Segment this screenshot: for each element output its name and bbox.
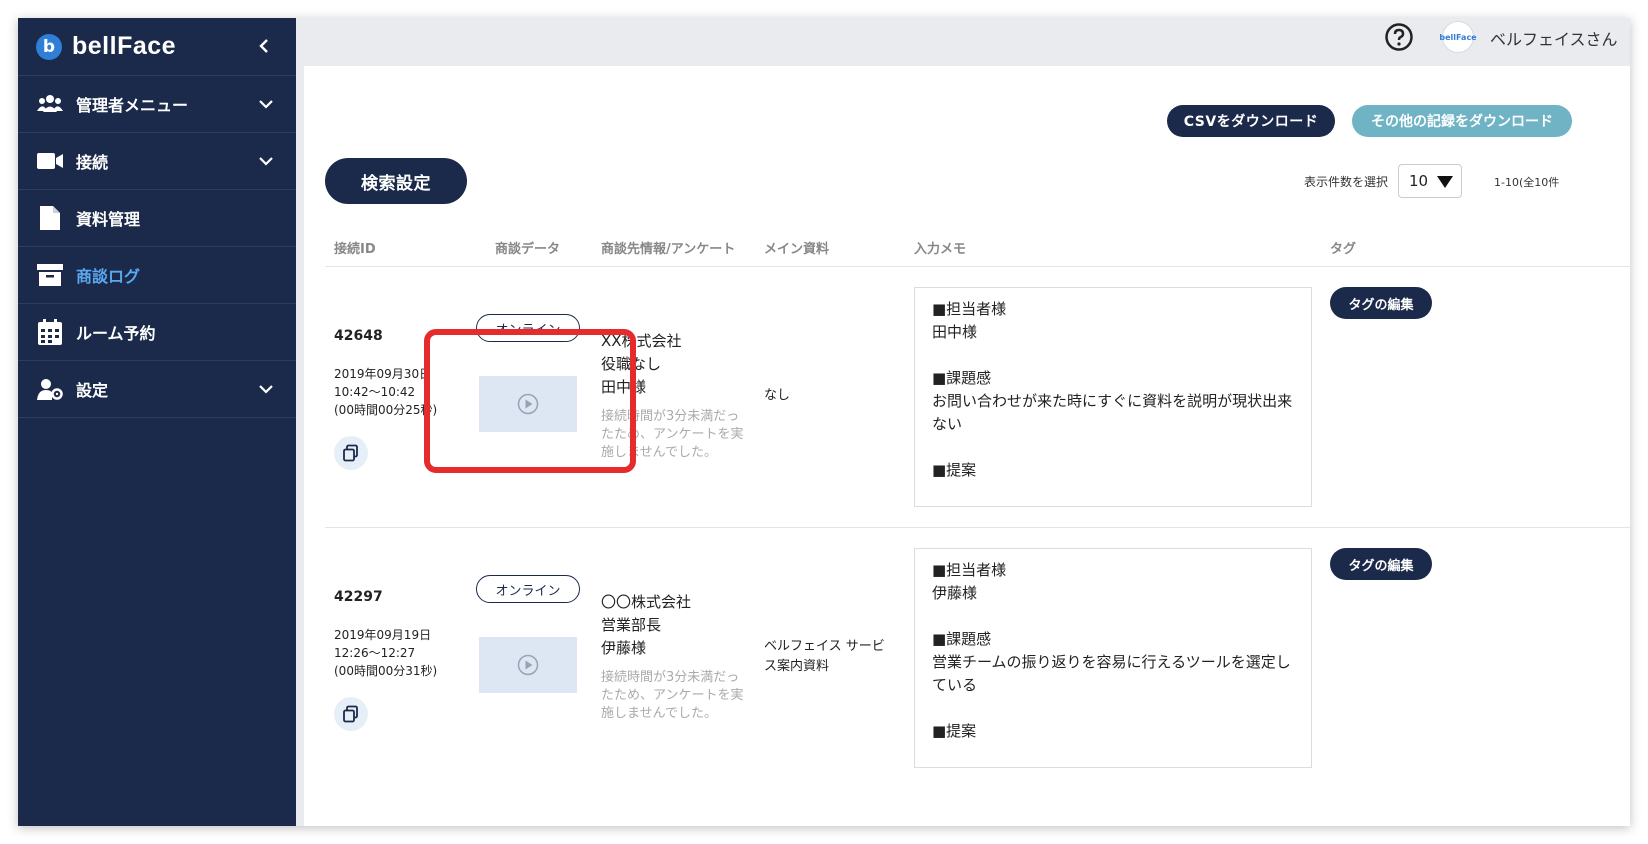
- calendar-icon: [36, 319, 64, 345]
- copy-button[interactable]: [334, 697, 368, 731]
- connection-id: 42648: [334, 328, 383, 344]
- sidebar-item-label: 接続: [76, 153, 109, 172]
- sidebar-item-meeting-log[interactable]: 商談ログ: [18, 247, 296, 304]
- users-icon: [36, 91, 64, 117]
- per-page-value: 10: [1409, 172, 1429, 190]
- column-header-meeting-data: 商談データ: [495, 242, 561, 257]
- per-page-label: 表示件数を選択: [1304, 175, 1389, 189]
- sidebar-item-label: 商談ログ: [76, 267, 141, 286]
- main-document: ベルフェイス サービス案内資料: [764, 639, 885, 674]
- sidebar: b bellFace 管理者メニュー 接続 資料管理 商談ログ ルーム予約 設定: [18, 18, 296, 826]
- client-info: 〇〇株式会社 営業部長 伊藤様: [601, 593, 692, 657]
- survey-note: 接続時間が3分未満だったため、アンケートを実施しませんでした。: [601, 670, 744, 721]
- sidebar-item-label: 資料管理: [76, 210, 141, 229]
- caret-down-icon: [1437, 176, 1453, 188]
- connection-time: 2019年09月19日 12:26〜12:27 (00時間00分31秒): [334, 628, 438, 678]
- survey-note: 接続時間が3分未満だったため、アンケートを実施しませんでした。: [601, 409, 744, 460]
- video-icon: [36, 148, 64, 174]
- sidebar-item-label: 管理者メニュー: [76, 96, 189, 115]
- column-header-client-info: 商談先情報/アンケート: [601, 242, 736, 257]
- chevron-left-icon[interactable]: [254, 35, 274, 57]
- sidebar-item-connection[interactable]: 接続: [18, 133, 296, 190]
- copy-icon: [343, 705, 358, 723]
- document-icon: [36, 205, 64, 231]
- sidebar-item-documents[interactable]: 資料管理: [18, 190, 296, 247]
- app-window: b bellFace 管理者メニュー 接続 資料管理 商談ログ ルーム予約 設定…: [18, 18, 1630, 826]
- client-info: XX株式会社 役職なし 田中様: [601, 332, 682, 396]
- logo-text: bellFace: [72, 32, 177, 60]
- online-badge: オンライン: [476, 575, 580, 603]
- connection-time: 2019年09月30日 10:42〜10:42 (00時間00分25秒): [334, 367, 438, 417]
- play-icon: [517, 654, 539, 676]
- video-thumbnail[interactable]: [479, 637, 577, 693]
- help-icon[interactable]: [1384, 22, 1414, 52]
- search-settings-button[interactable]: 検索設定: [325, 158, 467, 204]
- user-settings-icon: [36, 376, 64, 402]
- connection-id: 42297: [334, 589, 383, 605]
- archive-icon: [36, 262, 64, 288]
- sidebar-item-room-reservation[interactable]: ルーム予約: [18, 304, 296, 361]
- copy-button[interactable]: [334, 436, 368, 470]
- chevron-down-icon: [259, 100, 273, 109]
- edit-tags-button[interactable]: タグの編集: [1330, 548, 1432, 580]
- divider: [325, 266, 1630, 267]
- chevron-down-icon: [259, 385, 273, 394]
- column-header-main-document: メイン資料: [764, 242, 830, 257]
- avatar[interactable]: bellFace: [1439, 21, 1477, 53]
- column-header-tags: タグ: [1330, 242, 1357, 257]
- logo: b bellFace: [18, 18, 296, 76]
- sidebar-item-settings[interactable]: 設定: [18, 361, 296, 418]
- chevron-down-icon: [259, 157, 273, 166]
- edit-tags-button[interactable]: タグの編集: [1330, 287, 1432, 319]
- memo-box[interactable]: ■担当者様 田中様 ■課題感 お問い合わせが来た時にすぐに資料を説明が現状出来な…: [914, 287, 1312, 507]
- main-document: なし: [764, 388, 791, 403]
- sidebar-item-label: ルーム予約: [76, 324, 156, 343]
- sidebar-item-admin-menu[interactable]: 管理者メニュー: [18, 76, 296, 133]
- per-page-select[interactable]: 10: [1398, 164, 1462, 198]
- online-badge: オンライン: [476, 314, 580, 342]
- csv-download-button[interactable]: CSVをダウンロード: [1167, 105, 1335, 137]
- other-records-download-button[interactable]: その他の記録をダウンロード: [1352, 105, 1572, 137]
- play-icon: [517, 393, 539, 415]
- memo-box[interactable]: ■担当者様 伊藤様 ■課題感 営業チームの振り返りを容易に行えるツールを選定して…: [914, 548, 1312, 768]
- copy-icon: [343, 444, 358, 462]
- logo-badge: b: [36, 33, 62, 60]
- main-content: CSVをダウンロード その他の記録をダウンロード 検索設定 表示件数を選択 10…: [304, 66, 1630, 826]
- column-header-memo: 入力メモ: [914, 242, 967, 257]
- divider: [325, 527, 1630, 528]
- sidebar-item-label: 設定: [76, 381, 109, 400]
- user-name[interactable]: ベルフェイスさん: [1490, 26, 1630, 50]
- pagination-range: 1-10(全10件: [1494, 176, 1560, 189]
- topbar: bellFace ベルフェイスさん: [296, 18, 1630, 66]
- column-header-connection-id: 接続ID: [334, 242, 376, 257]
- video-thumbnail[interactable]: [479, 376, 577, 432]
